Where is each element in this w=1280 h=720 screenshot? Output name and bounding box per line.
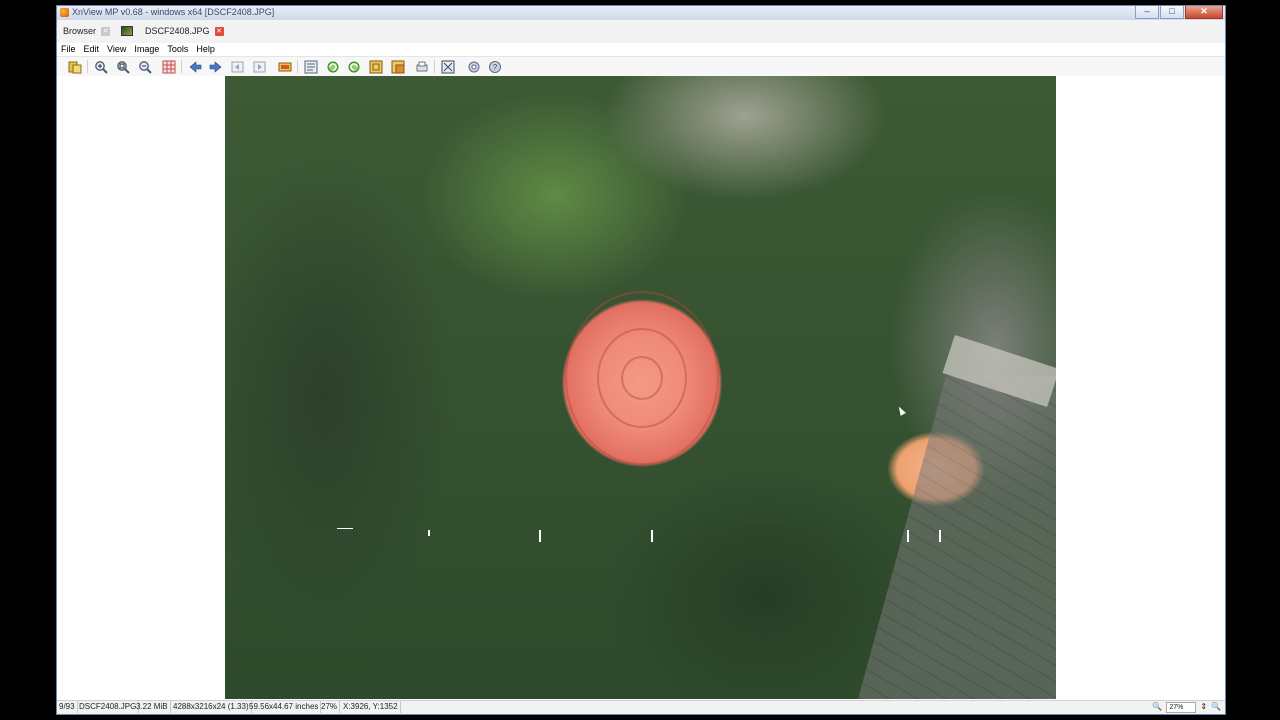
title-bar[interactable]: XnView MP v0.68 - windows x64 [DSCF2408.… xyxy=(57,6,1225,21)
window-controls: – □ ✕ xyxy=(1134,6,1223,19)
zoom-icon[interactable]: 🔍 xyxy=(1152,701,1162,713)
close-button[interactable]: ✕ xyxy=(1185,6,1223,19)
status-filename: DSCF2408.JPG xyxy=(77,701,140,713)
content-area xyxy=(57,76,1225,703)
overlay-mark xyxy=(539,530,541,542)
menu-bar: File Edit View Image Tools Help xyxy=(57,43,1225,56)
zoom-out-icon[interactable] xyxy=(137,59,153,74)
fullscreen-icon[interactable] xyxy=(440,59,456,74)
xnview-logo-icon xyxy=(60,8,69,17)
close-tab-icon[interactable]: ✕ xyxy=(214,26,224,36)
mouse-cursor-icon xyxy=(896,405,906,416)
zoom-out-small-icon[interactable]: 🔍 xyxy=(1211,701,1221,713)
status-index: 9/93 xyxy=(57,701,78,713)
status-zoom: 27% xyxy=(319,701,341,713)
tab-browser-label: Browser xyxy=(63,26,97,36)
menu-help[interactable]: Help xyxy=(192,43,219,56)
crop-icon[interactable] xyxy=(368,59,384,74)
tab-bar: Browser ✕ DSCF2408.JPG ✕ xyxy=(57,20,1225,44)
toolbar: ? xyxy=(57,56,1225,77)
image-thumbnail-icon xyxy=(121,26,133,36)
menu-tools[interactable]: Tools xyxy=(163,43,192,56)
first-page-icon[interactable] xyxy=(230,59,246,74)
svg-text:?: ? xyxy=(493,63,498,72)
overlay-mark xyxy=(907,530,909,542)
slideshow-icon[interactable] xyxy=(277,59,293,74)
app-window: XnView MP v0.68 - windows x64 [DSCF2408.… xyxy=(56,5,1226,715)
status-print-size: 59.56x44.67 inches xyxy=(247,701,322,713)
window-title: XnView MP v0.68 - windows x64 [DSCF2408.… xyxy=(72,7,275,17)
properties-icon[interactable] xyxy=(303,59,319,74)
overlay-mark xyxy=(939,530,941,542)
zoom-stepper-icon[interactable]: ⇕ xyxy=(1200,701,1207,713)
zoom-fit-icon[interactable] xyxy=(115,59,131,74)
minimize-button[interactable]: – xyxy=(1135,6,1159,19)
last-page-icon[interactable] xyxy=(252,59,268,74)
browser-icon[interactable] xyxy=(67,59,83,74)
image-viewer[interactable] xyxy=(225,76,1056,699)
previous-icon[interactable] xyxy=(187,59,203,74)
zoom-input[interactable]: 27% xyxy=(1166,701,1197,713)
tab-image[interactable]: DSCF2408.JPG ✕ xyxy=(121,23,224,39)
zoom-control: 🔍 27% ⇕ 🔍 xyxy=(1152,701,1221,713)
close-tab-icon[interactable]: ✕ xyxy=(101,26,111,36)
photo-paving xyxy=(858,376,1056,699)
next-icon[interactable] xyxy=(208,59,224,74)
status-bar: 9/93 DSCF2408.JPG 3.22 MiB 4288x3216x24 … xyxy=(57,700,1225,714)
overlay-mark xyxy=(337,528,353,529)
print-icon[interactable] xyxy=(414,59,430,74)
zoom-in-icon[interactable] xyxy=(93,59,109,74)
maximize-button[interactable]: □ xyxy=(1160,6,1184,19)
resize-icon[interactable] xyxy=(390,59,406,74)
settings-icon[interactable] xyxy=(466,59,482,74)
rose-petal-ring xyxy=(621,356,663,400)
status-coords: X:3926, Y:1352 xyxy=(341,701,401,713)
rotate-right-icon[interactable] xyxy=(346,59,362,74)
menu-edit[interactable]: Edit xyxy=(80,43,104,56)
tab-browser[interactable]: Browser ✕ xyxy=(63,23,111,39)
status-dimensions: 4288x3216x24 (1.33) xyxy=(171,701,252,713)
rotate-left-icon[interactable] xyxy=(325,59,341,74)
tab-image-label: DSCF2408.JPG xyxy=(145,26,210,36)
menu-view[interactable]: View xyxy=(103,43,130,56)
grid-icon[interactable] xyxy=(161,59,177,74)
menu-file[interactable]: File xyxy=(57,43,80,56)
status-filesize: 3.22 MiB xyxy=(134,701,171,713)
overlay-mark xyxy=(428,530,430,536)
menu-image[interactable]: Image xyxy=(130,43,163,56)
overlay-mark xyxy=(651,530,653,542)
help-icon[interactable]: ? xyxy=(487,59,503,74)
